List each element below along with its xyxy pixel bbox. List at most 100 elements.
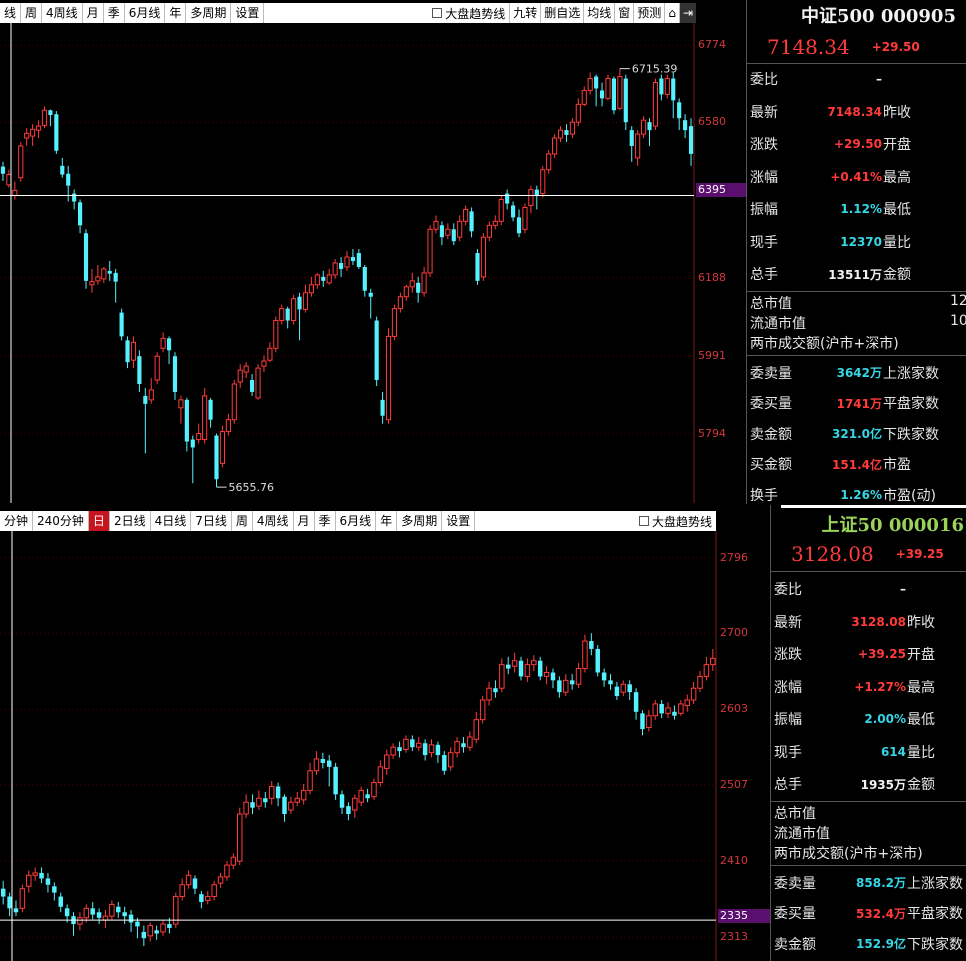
candle[interactable] bbox=[7, 892, 12, 917]
candle[interactable] bbox=[236, 807, 243, 866]
candle[interactable] bbox=[594, 74, 599, 107]
candle[interactable] bbox=[214, 433, 219, 488]
candle[interactable] bbox=[457, 215, 463, 242]
candle[interactable] bbox=[416, 276, 421, 303]
tool-button-3[interactable]: 窗 bbox=[614, 3, 633, 23]
candle[interactable] bbox=[71, 912, 76, 936]
candle[interactable] bbox=[377, 760, 384, 787]
candle[interactable] bbox=[358, 786, 364, 807]
period-bottom-tab-0[interactable]: 分钟 bbox=[0, 511, 34, 531]
candle[interactable] bbox=[390, 743, 396, 759]
candle[interactable] bbox=[261, 355, 267, 373]
exit-icon[interactable]: ⇥ bbox=[678, 3, 696, 23]
candle[interactable] bbox=[659, 74, 664, 101]
candle[interactable] bbox=[652, 78, 659, 131]
candle[interactable] bbox=[192, 875, 198, 895]
candle[interactable] bbox=[141, 925, 147, 947]
candle[interactable] bbox=[339, 790, 345, 814]
candle[interactable] bbox=[627, 680, 632, 701]
candle[interactable] bbox=[147, 922, 153, 942]
candle[interactable] bbox=[39, 867, 44, 884]
candle[interactable] bbox=[320, 752, 326, 769]
candle[interactable] bbox=[128, 909, 134, 932]
candle[interactable] bbox=[313, 751, 320, 775]
candle[interactable] bbox=[550, 668, 556, 689]
candle[interactable] bbox=[116, 902, 121, 918]
candle[interactable] bbox=[617, 68, 623, 111]
candle[interactable] bbox=[12, 181, 18, 200]
candle[interactable] bbox=[469, 207, 474, 238]
period-tab-3[interactable]: 月 bbox=[83, 3, 104, 23]
candle[interactable] bbox=[113, 268, 118, 303]
candle[interactable] bbox=[19, 884, 26, 913]
candle[interactable] bbox=[219, 425, 226, 468]
candle[interactable] bbox=[90, 902, 95, 920]
candle[interactable] bbox=[473, 711, 480, 744]
candle[interactable] bbox=[683, 114, 688, 139]
candle[interactable] bbox=[614, 681, 620, 701]
top-chart-svg[interactable]: 6715.39 5655.76 bbox=[0, 23, 746, 503]
candle[interactable] bbox=[356, 249, 361, 269]
candle[interactable] bbox=[587, 72, 593, 95]
candle[interactable] bbox=[137, 350, 142, 392]
candle[interactable] bbox=[671, 72, 676, 119]
candle[interactable] bbox=[307, 762, 313, 795]
candle[interactable] bbox=[48, 109, 53, 127]
candle[interactable] bbox=[326, 755, 332, 787]
candle[interactable] bbox=[608, 674, 613, 690]
candle[interactable] bbox=[279, 304, 285, 325]
candle[interactable] bbox=[211, 880, 217, 901]
candle[interactable] bbox=[60, 157, 65, 178]
candle[interactable] bbox=[678, 700, 684, 716]
candle[interactable] bbox=[72, 189, 77, 210]
candle[interactable] bbox=[294, 791, 301, 807]
candle[interactable] bbox=[623, 74, 628, 131]
candle[interactable] bbox=[135, 917, 140, 939]
candle[interactable] bbox=[647, 118, 652, 146]
candle[interactable] bbox=[122, 906, 127, 925]
candle[interactable] bbox=[564, 124, 569, 143]
candle[interactable] bbox=[119, 308, 124, 341]
candle[interactable] bbox=[581, 86, 587, 107]
candle[interactable] bbox=[35, 120, 42, 139]
candle[interactable] bbox=[480, 233, 487, 281]
candle[interactable] bbox=[282, 794, 287, 822]
candle[interactable] bbox=[95, 264, 101, 285]
candle[interactable] bbox=[528, 185, 534, 214]
candle[interactable] bbox=[54, 111, 59, 154]
candle[interactable] bbox=[552, 134, 558, 158]
candle[interactable] bbox=[224, 861, 230, 881]
candle[interactable] bbox=[225, 413, 231, 436]
candle[interactable] bbox=[45, 872, 51, 893]
candle[interactable] bbox=[475, 249, 480, 285]
candle[interactable] bbox=[130, 336, 137, 369]
candle[interactable] bbox=[492, 215, 498, 230]
candle[interactable] bbox=[479, 696, 486, 724]
candle[interactable] bbox=[58, 892, 63, 913]
candle[interactable] bbox=[333, 762, 338, 800]
tool-button-1[interactable]: 删自选 bbox=[540, 3, 583, 23]
candle[interactable] bbox=[467, 731, 473, 752]
candle[interactable] bbox=[540, 165, 546, 198]
candle[interactable] bbox=[185, 870, 192, 889]
candle[interactable] bbox=[89, 268, 95, 293]
period-bottom-tab-9[interactable]: 季 bbox=[315, 511, 336, 531]
tool-button-2[interactable]: 均线 bbox=[583, 3, 614, 23]
candle[interactable] bbox=[531, 655, 537, 671]
candle[interactable] bbox=[445, 223, 451, 240]
candle[interactable] bbox=[302, 284, 309, 313]
candle[interactable] bbox=[332, 259, 338, 279]
candle[interactable] bbox=[563, 674, 569, 697]
candle[interactable] bbox=[599, 82, 605, 107]
candle[interactable] bbox=[534, 185, 539, 210]
candle[interactable] bbox=[217, 872, 224, 888]
period-tab-2[interactable]: 4周线 bbox=[42, 3, 83, 23]
candle[interactable] bbox=[589, 633, 594, 656]
candle[interactable] bbox=[291, 294, 297, 325]
candle[interactable] bbox=[703, 656, 710, 681]
period-bottom-tab-10[interactable]: 6月线 bbox=[336, 511, 377, 531]
candle[interactable] bbox=[30, 124, 36, 146]
candle[interactable] bbox=[620, 680, 627, 697]
candle[interactable] bbox=[611, 76, 616, 115]
candle[interactable] bbox=[397, 292, 403, 313]
